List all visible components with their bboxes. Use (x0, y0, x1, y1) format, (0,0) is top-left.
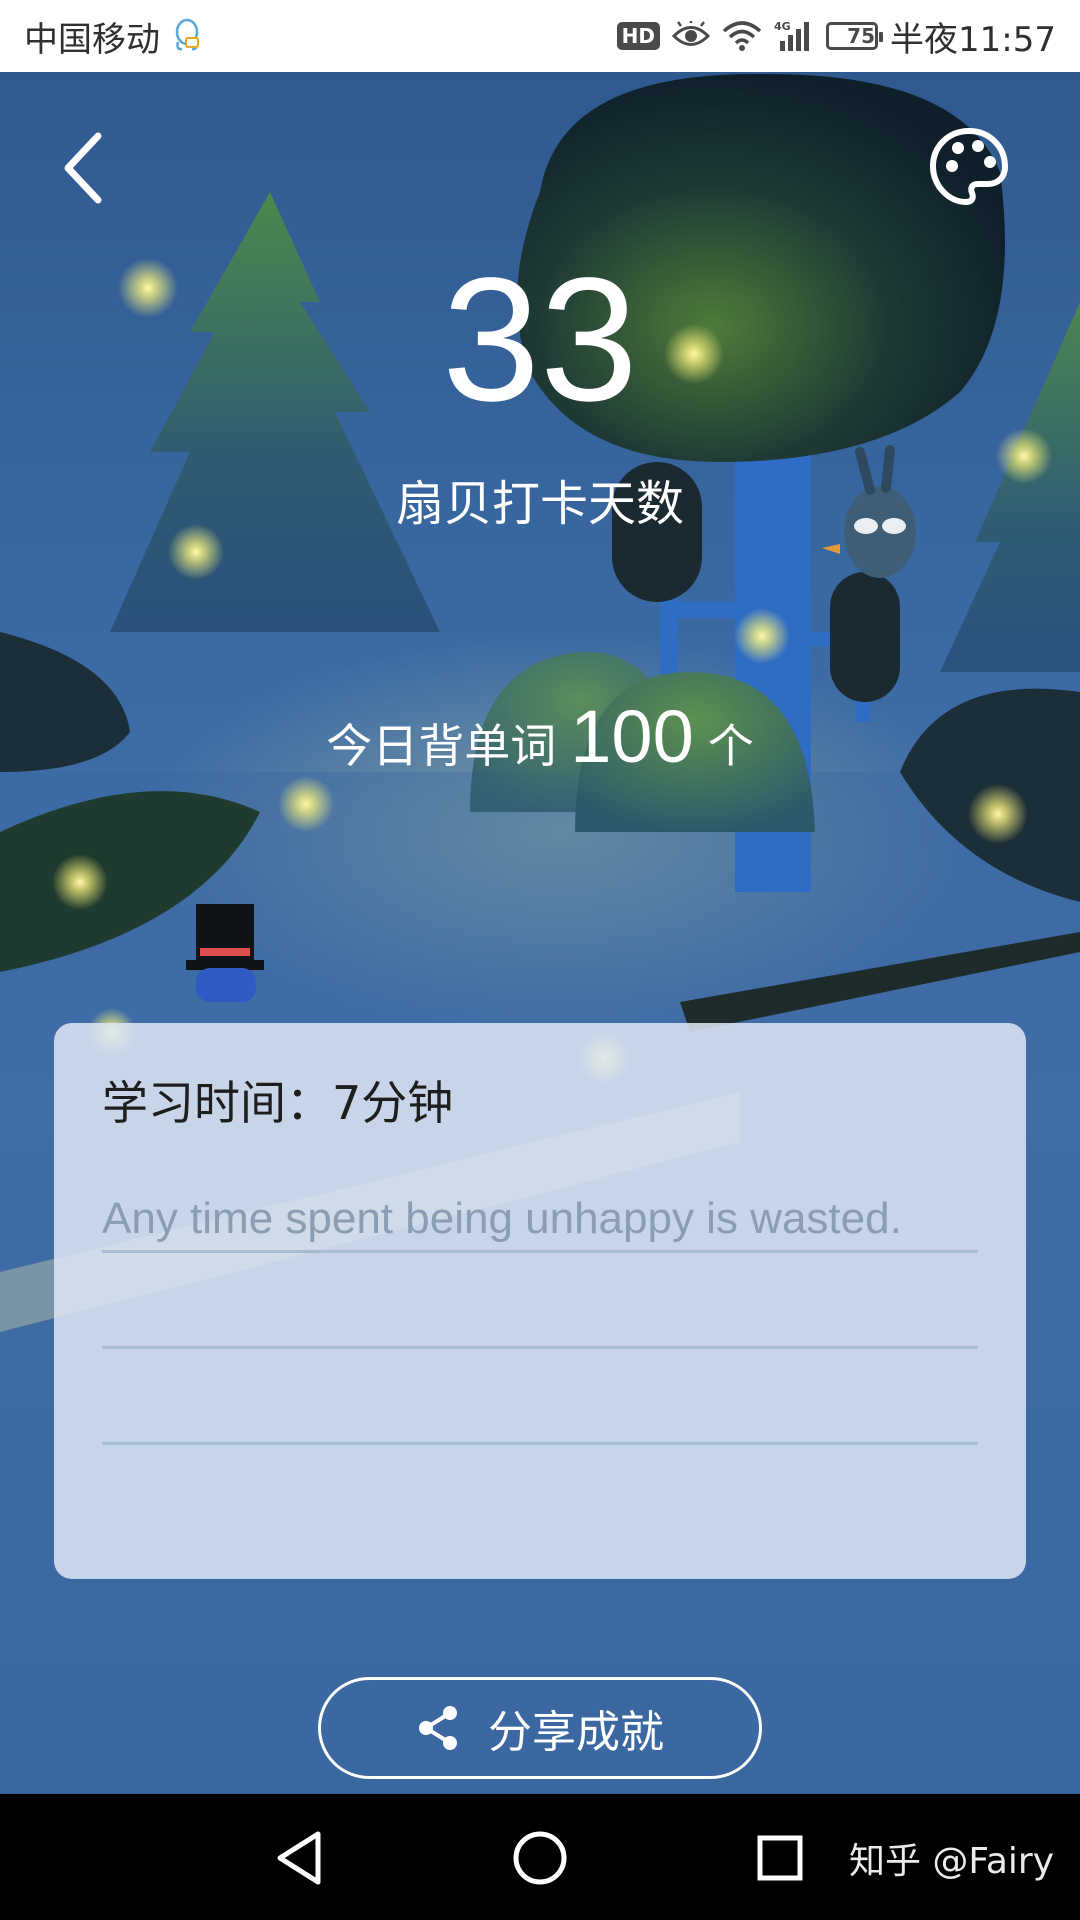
study-note-card: 学习时间：7分钟 Any time spent being unhappy is… (54, 1023, 1026, 1579)
signal-icon: 4G (774, 19, 814, 53)
circle-home-icon (513, 1831, 567, 1885)
note-line[interactable] (102, 1349, 978, 1445)
nav-back-button[interactable] (268, 1826, 332, 1890)
share-button-label: 分享成就 (488, 1707, 664, 1758)
triangle-back-icon (277, 1831, 321, 1885)
nav-recents-button[interactable] (748, 1826, 812, 1890)
study-time-text: 学习时间：7分钟 (102, 1076, 454, 1130)
wifi-icon (722, 20, 762, 52)
checkin-days-label: 扇贝打卡天数 (395, 476, 684, 532)
eye-icon (672, 21, 711, 51)
status-bar: 中国移动 HD 4G 75 半夜11:57 (0, 0, 1080, 72)
words-prefix: 今日背单词 (326, 719, 557, 773)
system-nav-bar: 知乎 @Fairy (0, 1794, 1080, 1920)
words-count: 100 (570, 695, 694, 778)
theme-button[interactable] (928, 126, 1010, 208)
share-icon (419, 1706, 457, 1750)
network-type-label: 4G (774, 20, 791, 33)
carrier-name: 中国移动 (24, 19, 160, 60)
words-suffix: 个 (707, 719, 754, 773)
share-achievement-button[interactable]: 分享成就 (318, 1677, 762, 1779)
clock: 半夜11:57 (890, 19, 1056, 60)
note-line[interactable] (102, 1253, 978, 1349)
today-words-line: 今日背单词 100 个 (0, 694, 1080, 779)
back-button[interactable] (56, 120, 116, 210)
qq-icon (172, 18, 202, 54)
chevron-left-icon (64, 132, 102, 204)
watermark-text: 知乎 @Fairy (848, 1841, 1054, 1882)
square-recents-icon (757, 1835, 803, 1881)
checkin-scene: 33 扇贝打卡天数 今日背单词 100 个 学习时间：7分钟 Any time … (0, 72, 1080, 1794)
checkin-days-count: 33 (442, 242, 638, 438)
nav-home-button[interactable] (508, 1826, 572, 1890)
battery-level: 75 (847, 24, 876, 48)
note-line[interactable]: Any time spent being unhappy is wasted. (102, 1133, 978, 1253)
palette-icon (929, 127, 1009, 206)
battery-icon: 75 (826, 22, 884, 50)
daily-quote: Any time spent being unhappy is wasted. (102, 1194, 902, 1243)
hat-creature-illustration (186, 904, 264, 1002)
hd-badge: HD (616, 22, 661, 50)
